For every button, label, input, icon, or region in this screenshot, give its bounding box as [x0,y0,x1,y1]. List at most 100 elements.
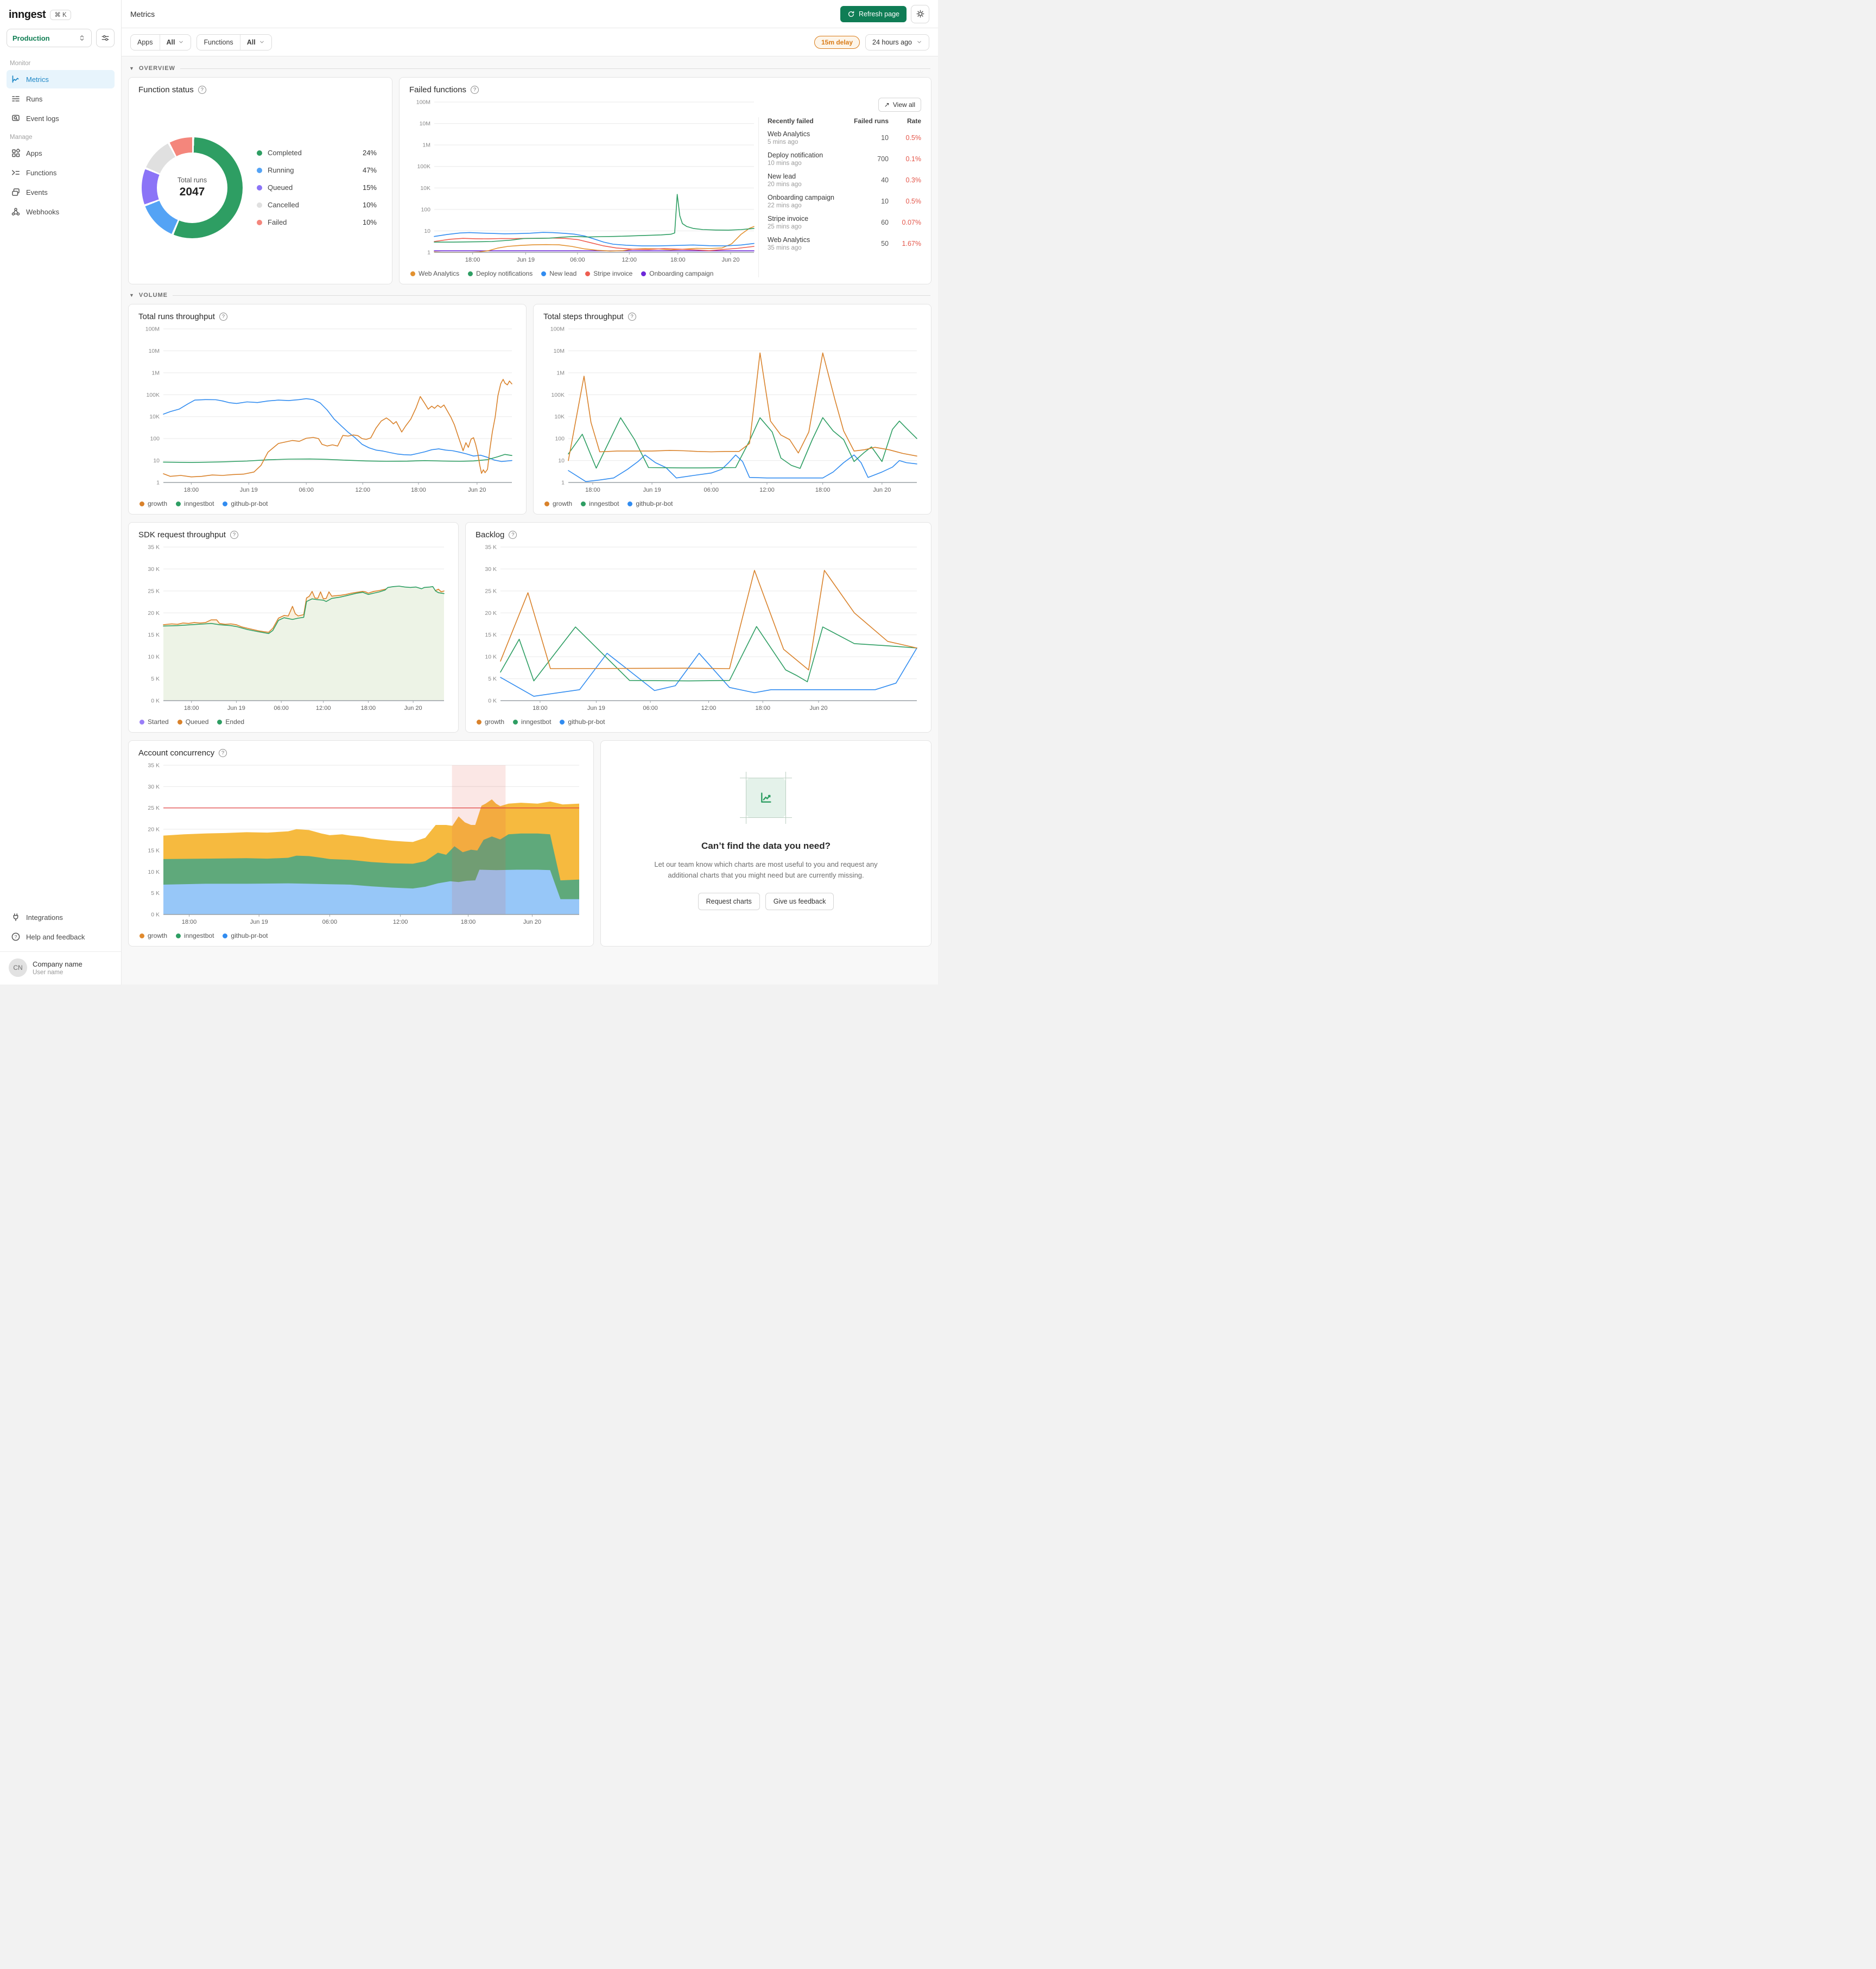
sidebar-item-events[interactable]: Events [7,183,115,201]
sidebar-item-runs[interactable]: Runs [7,90,115,108]
svg-text:12:00: 12:00 [759,487,775,493]
help-icon[interactable]: ? [230,531,238,539]
environment-filter-button[interactable] [96,29,115,47]
sidebar-item-event-logs[interactable]: Event logs [7,109,115,128]
svg-text:100K: 100K [146,392,160,398]
help-icon[interactable]: ? [471,86,479,94]
svg-text:10M: 10M [554,348,565,354]
chart-legend: Web Analytics Deploy notifications New l… [409,265,758,277]
svg-text:35 K: 35 K [148,763,160,769]
sidebar-item-help-feedback[interactable]: ? Help and feedback [7,928,115,946]
refresh-icon [848,11,854,17]
table-row[interactable]: New lead 20 mins ago 40 0.3% [768,173,921,188]
view-all-button[interactable]: ↗ View all [878,98,921,112]
card-title: Total runs throughput [138,312,215,321]
svg-text:20 K: 20 K [485,610,497,617]
functions-filter[interactable]: Functions All [197,34,272,50]
svg-text:18:00: 18:00 [184,487,199,493]
metrics-chart-icon [12,75,19,83]
time-range-select[interactable]: 24 hours ago [865,34,929,50]
svg-text:1: 1 [561,480,565,486]
volume-section-header[interactable]: ▼ VOLUME [129,292,930,298]
cta-body: Let our team know which charts are most … [654,860,878,879]
svg-text:18:00: 18:00 [670,257,686,263]
sidebar-item-label: Runs [26,94,43,103]
chart-feature-icon [740,771,792,824]
card-title: SDK request throughput [138,530,226,539]
functions-filter-value[interactable]: All [239,34,271,50]
sidebar-item-functions[interactable]: Functions [7,163,115,182]
command-k-shortcut[interactable]: ⌘ K [50,10,71,20]
svg-text:35 K: 35 K [485,544,497,551]
legend-item: Running 47% [257,166,377,174]
svg-text:06:00: 06:00 [570,257,585,263]
svg-text:100K: 100K [417,163,430,170]
avatar: CN [9,958,27,977]
svg-text:5 K: 5 K [151,890,160,897]
cta-title: Can’t find the data you need? [701,840,831,851]
svg-text:25 K: 25 K [148,805,160,811]
legend-item: New lead [541,270,576,277]
card-title: Backlog [476,530,505,539]
legend-item: Failed 10% [257,218,377,226]
request-charts-card: Can’t find the data you need? Let our te… [600,740,931,947]
account-switcher[interactable]: CN Company name User name [7,952,115,978]
svg-text:100M: 100M [145,326,160,333]
svg-text:Jun 20: Jun 20 [468,487,486,493]
sidebar-item-metrics[interactable]: Metrics [7,70,115,88]
chevron-updown-icon [80,35,84,41]
sdk-request-chart: 35 K 30 K 25 K 20 K 15 K 10 K 5 K 0 K 18:00 Jun 1… [138,543,448,714]
sidebar-item-webhooks[interactable]: Webhooks [7,202,115,221]
refresh-page-button[interactable]: Refresh page [840,5,907,22]
events-icon [12,188,20,196]
help-icon[interactable]: ? [219,313,227,321]
svg-text:18:00: 18:00 [815,487,831,493]
user-name: User name [33,969,64,976]
apps-grid-icon [12,148,21,157]
help-icon[interactable]: ? [198,86,206,94]
function-status-card: Function status ? Total runs 2047 Comple… [128,77,392,284]
table-row[interactable]: Onboarding campaign 22 mins ago 10 0.5% [768,194,921,209]
card-title: Failed functions [409,85,467,94]
apps-filter-value[interactable]: All [159,34,191,50]
svg-text:12:00: 12:00 [622,257,637,263]
plug-icon [13,913,18,921]
failed-functions-chart: 100M 10M 1M 100K 10K 100 10 1 18:00 Jun 19 06:00 12… [409,98,758,265]
help-icon[interactable]: ? [628,313,636,321]
content-area: ▼ OVERVIEW Function status ? Total runs … [122,56,938,984]
divider [180,68,930,69]
environment-select[interactable]: Production [7,29,92,47]
legend-dot [257,167,262,173]
give-feedback-button[interactable]: Give us feedback [765,893,834,911]
svg-text:1M: 1M [556,370,565,376]
svg-text:35 K: 35 K [148,544,160,551]
settings-button[interactable] [911,4,929,23]
total-steps-chart: 100M 10M 1M 100K 10K 100 10 1 18:00 Jun 19 06:00 12… [543,325,921,496]
table-row[interactable]: Web Analytics 5 mins ago 10 0.5% [768,130,921,145]
overview-section-header[interactable]: ▼ OVERVIEW [129,65,930,72]
arrow-up-right-icon: ↗ [884,101,890,109]
svg-text:18:00: 18:00 [585,487,600,493]
apps-filter[interactable]: Apps All [130,34,192,50]
legend-item: Web Analytics [410,270,459,277]
help-icon[interactable]: ? [219,749,227,757]
function-status-donut: Total runs 2047 [142,137,243,238]
sidebar-item-label: Integrations [26,913,63,922]
help-icon[interactable]: ? [509,531,517,539]
svg-text:06:00: 06:00 [322,919,338,925]
svg-text:1M: 1M [422,142,430,149]
legend-item: Completed 24% [257,149,377,157]
table-row[interactable]: Web Analytics 35 mins ago 50 1.67% [768,236,921,251]
table-row[interactable]: Deploy notification 10 mins ago 700 0.1% [768,151,921,167]
svg-text:10K: 10K [149,414,160,420]
legend-dot [257,202,262,208]
sidebar-item-integrations[interactable]: Integrations [7,908,115,926]
sidebar-item-apps[interactable]: Apps [7,144,115,162]
divider [172,295,930,296]
table-row[interactable]: Stripe invoice 25 mins ago 60 0.07% [768,215,921,230]
legend-dot [257,219,262,225]
request-charts-button[interactable]: Request charts [698,893,760,911]
inngest-logo: inngest [9,9,46,21]
svg-text:Jun 19: Jun 19 [517,257,535,263]
webhooks-icon [11,208,20,215]
